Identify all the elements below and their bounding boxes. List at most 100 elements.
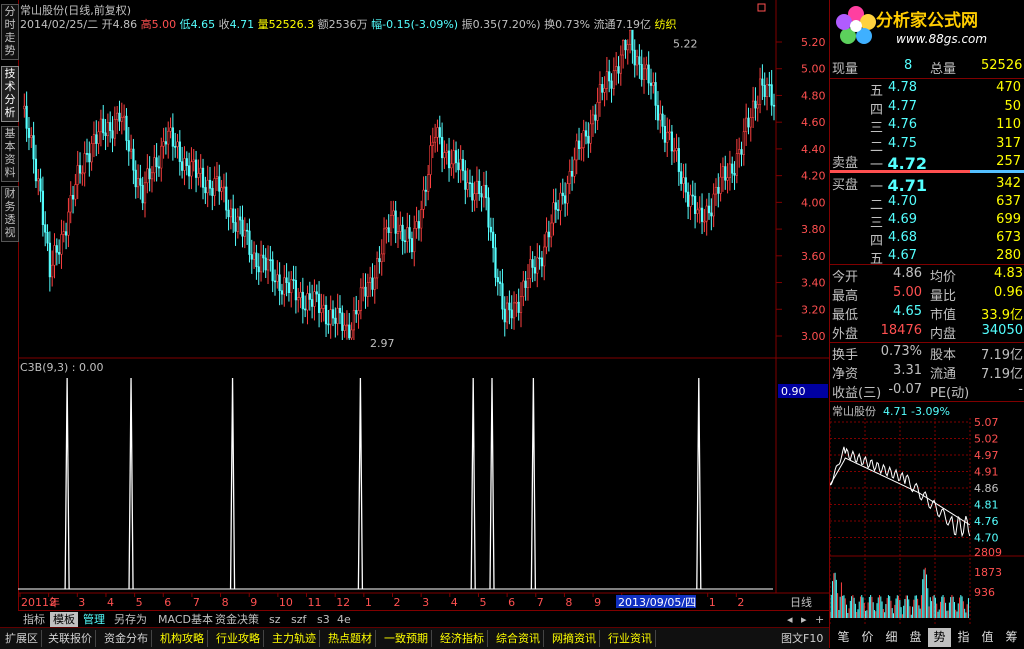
tab-extension[interactable]: 扩展区 <box>2 630 42 647</box>
logo-url: www.88gs.com <box>896 32 988 46</box>
right-tab-3[interactable]: 盘 <box>904 628 927 647</box>
buy-price: 4.69 <box>888 212 917 227</box>
buy-price: 4.70 <box>888 194 917 209</box>
tab-sz[interactable]: sz <box>266 612 284 627</box>
candle-body <box>283 277 286 295</box>
tab-industry-news[interactable]: 行业资讯 <box>605 630 656 647</box>
main-chart[interactable]: 5.20 5.00 4.80 4.60 4.40 4.20 4.00 3.80 3.60 3.40… <box>18 0 829 610</box>
candle-body <box>266 259 270 271</box>
right-tab-4[interactable]: 势 <box>928 628 951 647</box>
price-tick-label: 4.40 <box>801 143 826 156</box>
candle-body <box>32 135 35 160</box>
maximize-icon[interactable] <box>757 3 766 12</box>
tab-indicator[interactable]: 指标 <box>20 612 48 627</box>
candle-body <box>619 54 622 74</box>
candle-body <box>341 312 344 331</box>
candle-body <box>450 163 453 169</box>
right-tab-2[interactable]: 细 <box>880 628 903 647</box>
tab-template[interactable]: 模板 <box>50 612 78 627</box>
candle-body <box>480 193 483 198</box>
tab-s3[interactable]: s3 <box>314 612 333 627</box>
tab-fund-distribution[interactable]: 资金分布 <box>101 630 152 647</box>
candle-body <box>475 180 479 195</box>
candle-body <box>385 227 388 230</box>
candle-body <box>566 183 569 204</box>
candle-body <box>457 162 460 171</box>
tab-industry-strategy[interactable]: 行业攻略 <box>213 630 264 647</box>
candle-body <box>280 290 284 295</box>
scroll-left-arrow[interactable]: ◂ <box>784 612 796 627</box>
candle-body <box>174 146 177 148</box>
high-marker: 5.22 <box>673 37 698 50</box>
candle-body <box>468 182 472 185</box>
add-tab-icon[interactable]: + <box>812 612 827 627</box>
candle-body <box>638 56 641 65</box>
price-tick-label: 4.60 <box>801 116 826 129</box>
tab-main-force[interactable]: 主力轨迹 <box>269 630 320 647</box>
vtab-basic-info[interactable]: 基本资料 <box>1 126 19 182</box>
price-tick-label: 3.60 <box>801 250 826 263</box>
candle-body <box>499 281 502 284</box>
mini-vol-label: 2809 <box>974 546 1002 559</box>
tab-macd[interactable]: MACD基本 <box>155 612 216 627</box>
candle-body <box>580 147 583 149</box>
vtab-technical[interactable]: 技术分析 <box>1 66 19 122</box>
candle-body <box>763 84 766 97</box>
candle-body <box>225 186 228 211</box>
right-tab-5[interactable]: 指 <box>952 628 975 647</box>
x-tick-label: 12 <box>336 596 350 609</box>
tab-institution[interactable]: 机构攻略 <box>157 630 208 647</box>
sell-level-row: 一 4.72 257 <box>870 154 1021 173</box>
candle-body <box>689 194 692 207</box>
candle-body <box>290 279 293 294</box>
mini-intraday-chart[interactable]: 5.07 5.02 4.97 4.91 4.86 4.81 4.76 4.702809 1873… <box>830 418 1024 624</box>
candle-body <box>761 78 764 86</box>
tab-f10[interactable]: 图文F10 <box>778 630 826 647</box>
tab-save-as[interactable]: 另存为 <box>111 612 150 627</box>
candle-body <box>659 113 662 121</box>
tab-economic[interactable]: 经济指标 <box>437 630 488 647</box>
tab-news[interactable]: 综合资讯 <box>493 630 544 647</box>
candle-body <box>37 178 40 182</box>
candle-body <box>714 186 718 195</box>
tab-manage[interactable]: 管理 <box>80 612 108 627</box>
candle-body <box>503 308 506 323</box>
candle-body <box>434 136 437 143</box>
mini-chart-title: 常山股份 4.71 -3.09% <box>832 405 950 418</box>
candle-body <box>401 224 404 242</box>
candle-body <box>624 39 627 51</box>
mini-axis-label: 4.97 <box>974 449 999 462</box>
candle-body <box>705 205 708 222</box>
candle-body <box>645 64 648 70</box>
tab-hot-topics[interactable]: 热点题材 <box>325 630 376 647</box>
right-tab-0[interactable]: 笔 <box>832 628 855 647</box>
candle-body <box>313 291 316 307</box>
candle-body <box>682 177 685 184</box>
tab-consensus[interactable]: 一致预期 <box>381 630 432 647</box>
vtab-intraday[interactable]: 分时走势 <box>1 4 19 60</box>
scroll-right-arrow[interactable]: ▸ <box>798 612 810 627</box>
tab-4e[interactable]: 4e <box>334 612 354 627</box>
tab-fund-decision[interactable]: 资金决策 <box>212 612 262 627</box>
x-tick-label: 8 <box>222 596 229 609</box>
candle-body <box>745 117 748 133</box>
right-tab-1[interactable]: 价 <box>856 628 879 647</box>
price-tick-label: 3.40 <box>801 277 826 290</box>
tab-related-quote[interactable]: 关联报价 <box>45 630 96 647</box>
vtab-finance[interactable]: 财务透视 <box>1 186 19 242</box>
candle-body <box>631 29 634 51</box>
right-tab-7[interactable]: 筹 <box>1000 628 1023 647</box>
candle-body <box>494 247 497 278</box>
tab-szf[interactable]: szf <box>288 612 309 627</box>
candle-body <box>192 159 195 163</box>
right-tab-6[interactable]: 值 <box>976 628 999 647</box>
candle-body <box>90 143 93 163</box>
x-tick-label: 11 <box>308 596 322 609</box>
candle-body <box>30 135 33 138</box>
candle-body <box>197 173 200 178</box>
candle-body <box>396 231 400 234</box>
candle-body <box>399 224 402 232</box>
tab-web-news[interactable]: 网摘资讯 <box>549 630 600 647</box>
sell-volume: 317 <box>996 135 1021 151</box>
candle-body <box>62 231 65 235</box>
